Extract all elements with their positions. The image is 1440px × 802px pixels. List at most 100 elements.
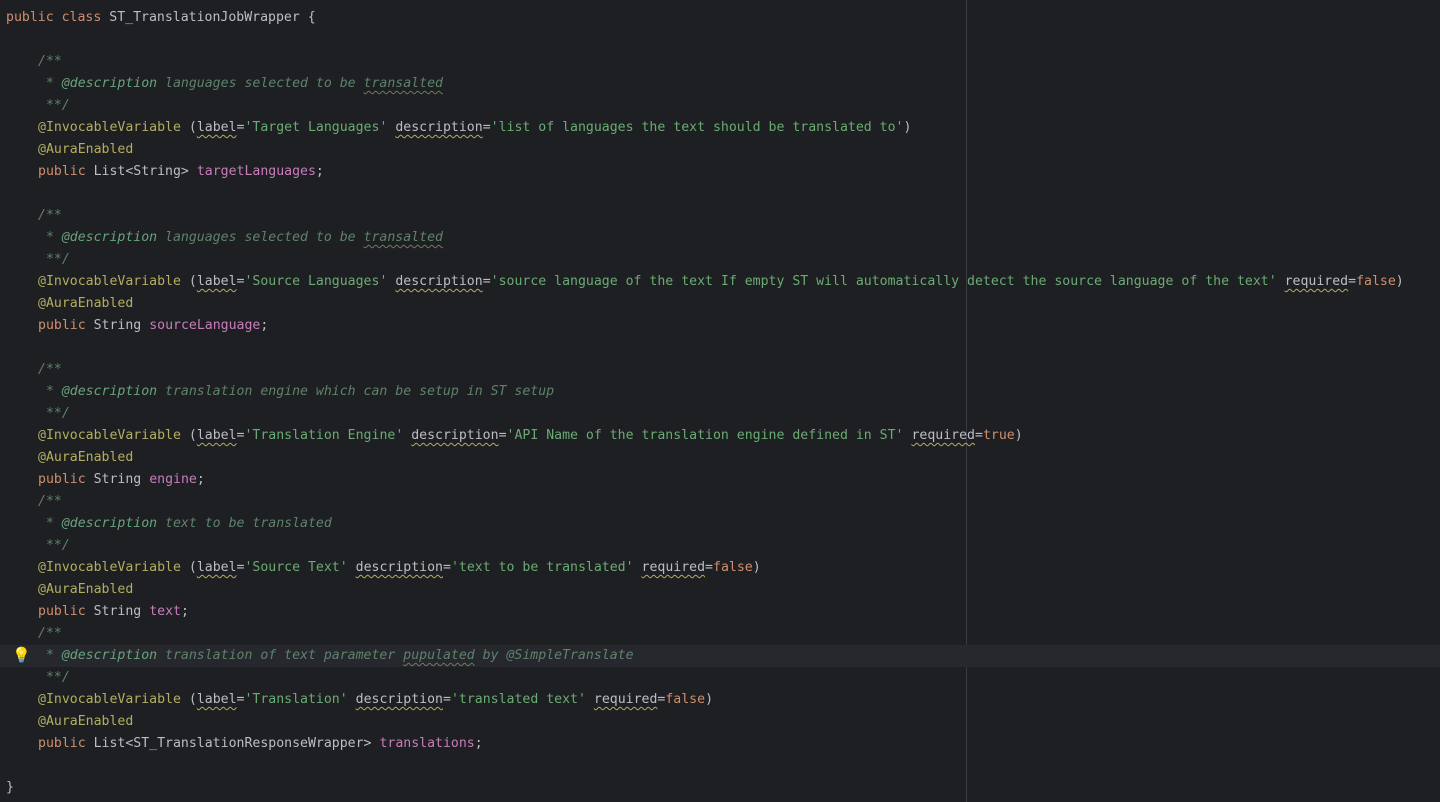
doc-comment-open[interactable]: /** <box>6 359 1440 381</box>
doc-comment-open[interactable]: /** <box>6 205 1440 227</box>
doc-comment-open-text: /** <box>38 362 62 377</box>
param-label: label <box>196 692 237 707</box>
field-declaration[interactable]: public List<ST_TranslationResponseWrappe… <box>6 733 1440 755</box>
code-line-close-brace[interactable]: } <box>6 777 1440 799</box>
param-description: description <box>395 274 483 289</box>
code-area[interactable]: public class ST_TranslationJobWrapper { … <box>6 7 1440 799</box>
equals: = <box>705 560 713 575</box>
equals: = <box>482 274 491 289</box>
invocable-variable-annotation[interactable]: @InvocableVariable (label = 'Source Langua… <box>6 271 1440 293</box>
invocable-variable-annotation[interactable]: @InvocableVariable (label='Source Text' … <box>6 557 1440 579</box>
paren-open: ( <box>180 560 197 575</box>
param-required: required <box>593 692 658 707</box>
doc-comment-close[interactable]: **/ <box>6 249 1440 271</box>
keyword-public: public <box>38 318 86 333</box>
annotation-name: @InvocableVariable <box>38 274 181 289</box>
param-required: required <box>1284 274 1349 289</box>
equals: = <box>974 428 983 443</box>
code-editor[interactable]: 💡 public class ST_TranslationJobWrapper … <box>0 0 1440 802</box>
doc-comment-open-text: /** <box>38 208 62 223</box>
doc-comment-close-text: **/ <box>38 538 70 553</box>
field-declaration[interactable]: public String text; <box>6 601 1440 623</box>
annotation-name: @InvocableVariable <box>38 560 181 575</box>
param-required: required <box>641 560 706 575</box>
aura-enabled: @AuraEnabled <box>38 714 134 729</box>
param-label: label <box>196 120 237 135</box>
label-value: 'Source Text' <box>244 560 348 575</box>
doc-tag: @description <box>61 648 158 663</box>
param-description: description <box>355 560 443 575</box>
code-line-blank[interactable] <box>6 755 1440 777</box>
aura-enabled: @AuraEnabled <box>38 582 134 597</box>
description-value: 'translated text' <box>450 692 586 707</box>
doc-comment-close[interactable]: **/ <box>6 403 1440 425</box>
doc-comment-close[interactable]: **/ <box>6 95 1440 117</box>
aura-enabled-annotation[interactable]: @AuraEnabled <box>6 139 1440 161</box>
doc-comment-close-text: **/ <box>38 670 70 685</box>
aura-enabled-annotation[interactable]: @AuraEnabled <box>6 447 1440 469</box>
doc-comment-description[interactable]: * @description translation of text param… <box>6 645 1440 667</box>
doc-comment-close-text: **/ <box>38 252 70 267</box>
code-line-blank[interactable] <box>6 337 1440 359</box>
code-line-blank[interactable] <box>6 29 1440 51</box>
code-line-blank[interactable] <box>6 183 1440 205</box>
class-name: ST_TranslationJobWrapper <box>109 10 300 25</box>
semicolon: ; <box>315 164 324 179</box>
doc-text: languages selected to be <box>157 230 364 245</box>
invocable-variable-annotation[interactable]: @InvocableVariable (label = 'Target Langua… <box>6 117 1440 139</box>
description-value: 'API Name of the translation engine defi… <box>506 428 904 443</box>
doc-typo: transalted <box>363 76 443 91</box>
doc-comment-open[interactable]: /** <box>6 51 1440 73</box>
doc-comment-description[interactable]: * @description languages selected to be … <box>6 227 1440 249</box>
doc-star: * <box>38 648 62 663</box>
doc-typo: transalted <box>363 230 443 245</box>
equals: = <box>442 560 451 575</box>
annotation-name: @InvocableVariable <box>38 692 181 707</box>
doc-comment-open[interactable]: /** <box>6 491 1440 513</box>
aura-enabled: @AuraEnabled <box>38 296 134 311</box>
paren-close: ) <box>752 560 761 575</box>
equals: = <box>498 428 507 443</box>
paren-open: ( <box>180 428 197 443</box>
doc-comment-description[interactable]: * @description translation engine which … <box>6 381 1440 403</box>
doc-comment-open[interactable]: /** <box>6 623 1440 645</box>
equals: = <box>1348 274 1357 289</box>
code-line-class-declaration[interactable]: public class ST_TranslationJobWrapper { <box>6 7 1440 29</box>
paren-open: ( <box>180 120 197 135</box>
field-type: List<String> <box>93 164 189 179</box>
description-value: 'source language of the text If empty ST… <box>490 274 1277 289</box>
equals: = <box>442 692 451 707</box>
aura-enabled-annotation[interactable]: @AuraEnabled <box>6 293 1440 315</box>
paren-open: ( <box>180 692 197 707</box>
field-declaration[interactable]: public String engine; <box>6 469 1440 491</box>
doc-text: text to be translated <box>157 516 332 531</box>
doc-comment-close[interactable]: **/ <box>6 667 1440 689</box>
field-name: sourceLanguage <box>149 318 261 333</box>
semicolon: ; <box>474 736 483 751</box>
label-value: 'Source Languages' <box>244 274 388 289</box>
doc-comment-close[interactable]: **/ <box>6 535 1440 557</box>
doc-comment-description[interactable]: * @description text to be translated <box>6 513 1440 535</box>
aura-enabled-annotation[interactable]: @AuraEnabled <box>6 711 1440 733</box>
doc-comment-open-text: /** <box>38 494 62 509</box>
required-value: true <box>982 428 1015 443</box>
aura-enabled-annotation[interactable]: @AuraEnabled <box>6 579 1440 601</box>
field-declaration[interactable]: public List<String> targetLanguages; <box>6 161 1440 183</box>
doc-star: * <box>38 76 62 91</box>
invocable-variable-annotation[interactable]: @InvocableVariable (label='Translation' … <box>6 689 1440 711</box>
doc-tag: @description <box>61 230 158 245</box>
keyword-public: public <box>38 472 86 487</box>
doc-star: * <box>38 516 62 531</box>
invocable-variable-annotation[interactable]: @InvocableVariable (label = 'Translation E… <box>6 425 1440 447</box>
field-declaration[interactable]: public String sourceLanguage; <box>6 315 1440 337</box>
paren-close: ) <box>1395 274 1404 289</box>
doc-comment-description[interactable]: * @description languages selected to be … <box>6 73 1440 95</box>
